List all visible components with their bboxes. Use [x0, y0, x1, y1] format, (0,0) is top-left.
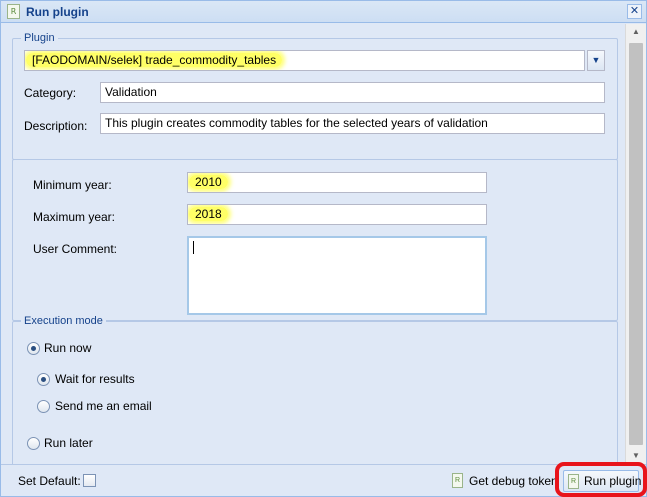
- description-label: Description:: [24, 119, 88, 133]
- plugin-fieldset: Plugin [FAODOMAIN/selek] trade_commodity…: [12, 32, 618, 160]
- get-debug-token-button[interactable]: R Get debug token: [450, 470, 558, 492]
- run-plugin-button[interactable]: R Run plugin: [563, 470, 642, 492]
- scroll-down-icon[interactable]: ▼: [626, 448, 646, 464]
- plugin-icon: R: [568, 474, 579, 489]
- scrollbar-thumb[interactable]: [629, 43, 643, 445]
- plugin-legend: Plugin: [21, 32, 58, 44]
- plugin-icon: R: [7, 4, 20, 19]
- max-year-label: Maximum year:: [33, 210, 116, 224]
- set-default-label: Set Default:: [18, 474, 81, 488]
- execution-mode-fieldset: Execution mode Run now Wait for results …: [12, 315, 618, 464]
- min-year-value: 2010: [189, 175, 228, 189]
- run-later-radio[interactable]: [27, 437, 40, 450]
- run-now-label[interactable]: Run now: [44, 341, 91, 355]
- plugin-icon: R: [452, 473, 463, 488]
- user-comment-textarea[interactable]: [187, 236, 487, 315]
- send-email-radio[interactable]: [37, 400, 50, 413]
- chevron-down-icon[interactable]: ▼: [587, 50, 605, 71]
- vertical-scrollbar[interactable]: ▲ ▼: [625, 24, 646, 464]
- run-now-radio[interactable]: [27, 342, 40, 355]
- dialog-footer: Set Default: R Get debug token R Run plu…: [1, 462, 647, 497]
- get-debug-token-label: Get debug token: [469, 474, 558, 488]
- plugin-selected-value: [FAODOMAIN/selek] trade_commodity_tables: [26, 53, 283, 67]
- run-plugin-dialog: R Run plugin ✕ Plugin [FAODOMAIN/selek] …: [0, 0, 647, 497]
- wait-for-results-label[interactable]: Wait for results: [55, 372, 135, 386]
- text-caret: [193, 241, 194, 254]
- category-field[interactable]: Validation: [100, 82, 605, 103]
- close-icon[interactable]: ✕: [627, 4, 642, 19]
- send-email-label[interactable]: Send me an email: [55, 399, 152, 413]
- wait-for-results-radio[interactable]: [37, 373, 50, 386]
- set-default-checkbox[interactable]: [83, 474, 96, 487]
- run-later-label[interactable]: Run later: [44, 436, 93, 450]
- parameters-fieldset: Minimum year: 2010 Maximum year: 2018 Us…: [12, 159, 618, 321]
- max-year-field[interactable]: 2018: [187, 204, 487, 225]
- dialog-body: Plugin [FAODOMAIN/selek] trade_commodity…: [2, 24, 623, 464]
- user-comment-label: User Comment:: [33, 242, 118, 256]
- run-plugin-label: Run plugin: [584, 474, 642, 488]
- max-year-value: 2018: [189, 207, 228, 221]
- dialog-titlebar[interactable]: R Run plugin ✕: [1, 1, 646, 23]
- min-year-label: Minimum year:: [33, 178, 112, 192]
- min-year-field[interactable]: 2010: [187, 172, 487, 193]
- execution-mode-legend: Execution mode: [21, 315, 106, 327]
- dialog-title: Run plugin: [26, 5, 89, 19]
- category-label: Category:: [24, 86, 77, 100]
- scroll-up-icon[interactable]: ▲: [626, 24, 646, 40]
- description-field[interactable]: This plugin creates commodity tables for…: [100, 113, 605, 134]
- plugin-combo-input[interactable]: [FAODOMAIN/selek] trade_commodity_tables: [24, 50, 585, 71]
